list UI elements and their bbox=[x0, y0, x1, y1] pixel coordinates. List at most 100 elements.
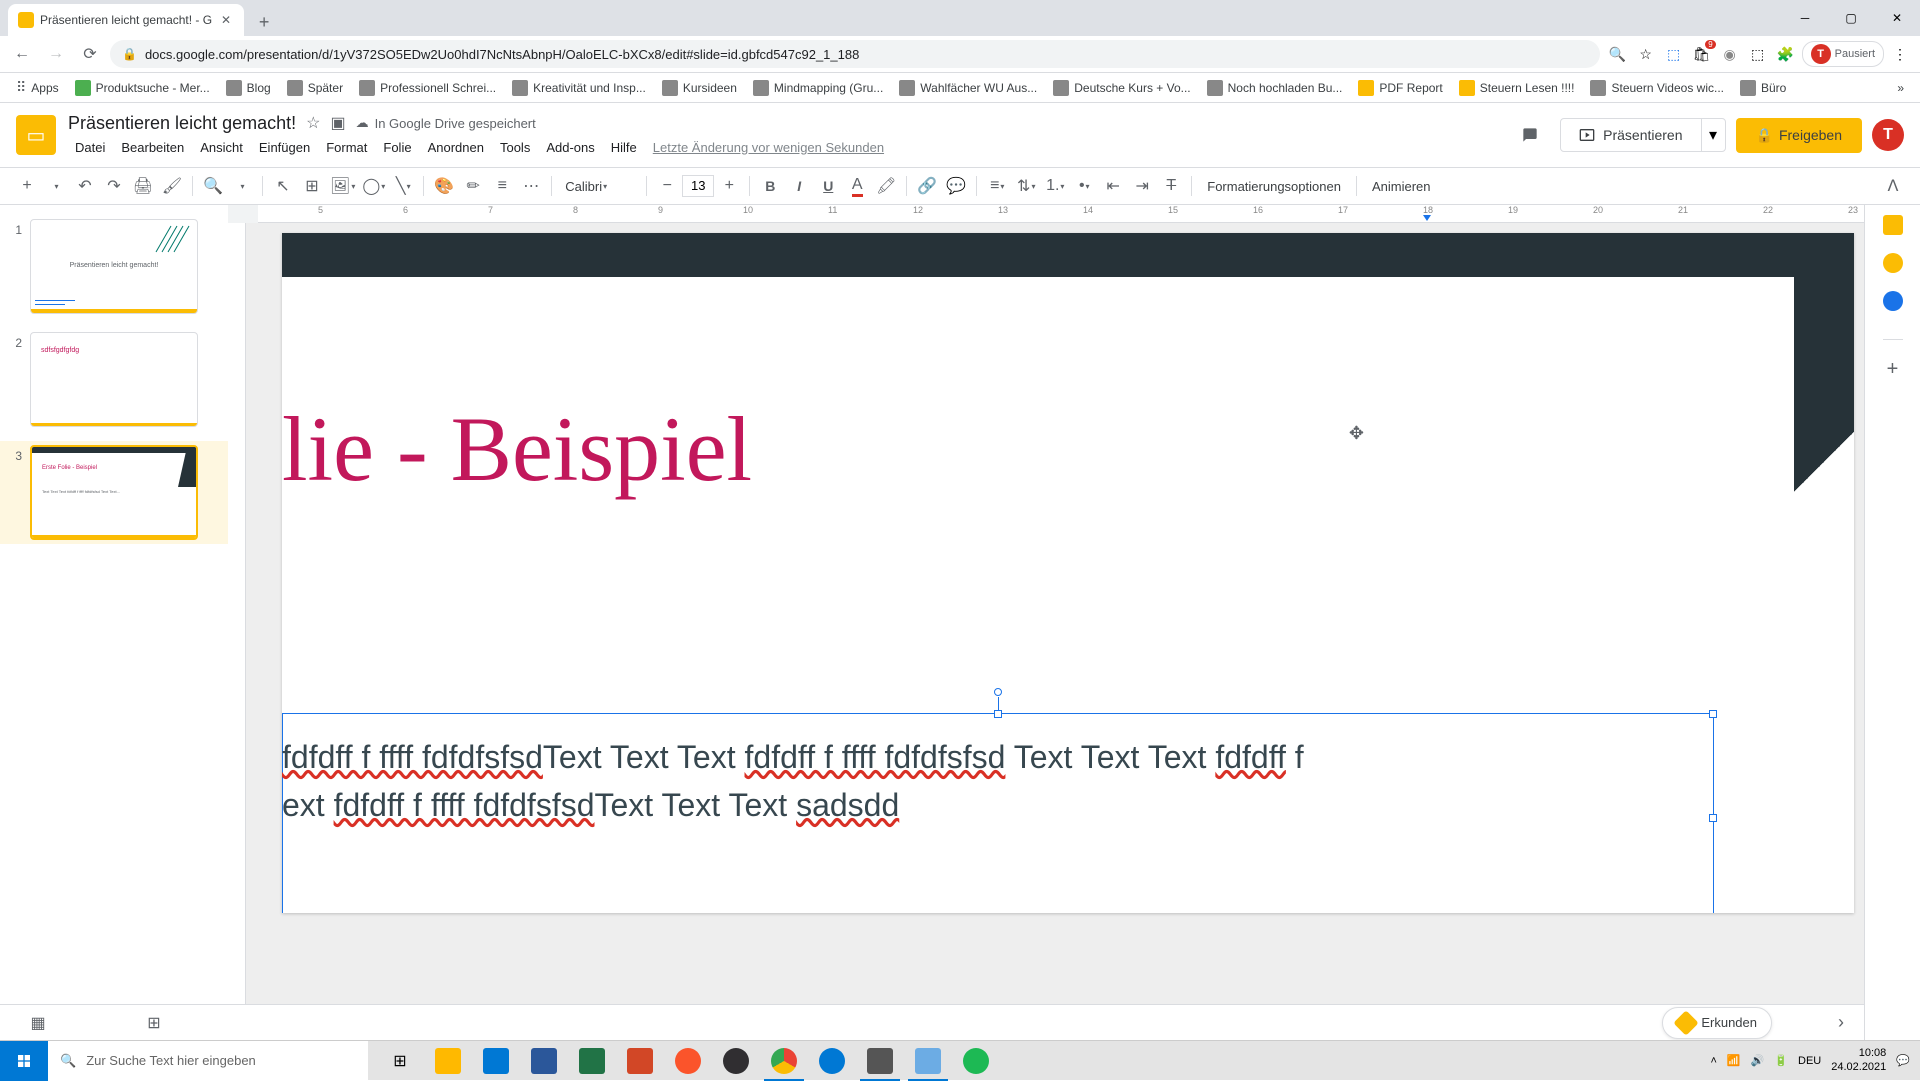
taskbar-app-excel[interactable] bbox=[568, 1041, 616, 1081]
clear-format-button[interactable]: T bbox=[1158, 173, 1184, 199]
print-button[interactable]: 🖨 bbox=[130, 173, 156, 199]
menu-bearbeiten[interactable]: Bearbeiten bbox=[114, 137, 191, 158]
start-button[interactable] bbox=[0, 1041, 48, 1081]
maximize-button[interactable]: ▢ bbox=[1828, 0, 1874, 36]
paint-format-button[interactable]: 🖌 bbox=[159, 173, 185, 199]
taskbar-app-notepad[interactable] bbox=[904, 1041, 952, 1081]
line-spacing-button[interactable]: ⇅ bbox=[1013, 173, 1039, 199]
border-color-button[interactable]: ✏ bbox=[460, 173, 486, 199]
menu-folie[interactable]: Folie bbox=[376, 137, 418, 158]
zoom-dropdown[interactable] bbox=[229, 173, 255, 199]
language-indicator[interactable]: DEU bbox=[1798, 1055, 1821, 1067]
vertical-ruler[interactable] bbox=[228, 223, 246, 1040]
taskbar-app-explorer[interactable] bbox=[424, 1041, 472, 1081]
save-status[interactable]: ☁In Google Drive gespeichert bbox=[356, 115, 536, 131]
extension-icon[interactable]: ⬚ bbox=[1662, 42, 1686, 66]
font-size-decrease[interactable]: − bbox=[654, 173, 680, 199]
chrome-menu-icon[interactable]: ⋮ bbox=[1888, 42, 1912, 66]
link-button[interactable]: 🔗 bbox=[914, 173, 940, 199]
menu-anordnen[interactable]: Anordnen bbox=[421, 137, 491, 158]
new-tab-button[interactable]: + bbox=[250, 8, 278, 36]
filmstrip-view-button[interactable]: ▦ bbox=[20, 1009, 56, 1037]
present-dropdown[interactable]: ▾ bbox=[1701, 119, 1725, 151]
volume-icon[interactable]: 🔊 bbox=[1751, 1054, 1765, 1067]
taskbar-app-spotify[interactable] bbox=[952, 1041, 1000, 1081]
bookmark-item[interactable]: Deutsche Kurs + Vo... bbox=[1047, 76, 1196, 100]
select-tool[interactable]: ↖ bbox=[270, 173, 296, 199]
slide-body-text[interactable]: fdfdff f ffff fdfdfsfsdText Text Text fd… bbox=[282, 733, 1694, 829]
slide-page[interactable]: lie - Beispiel ✥ fdfdff f ffff fdfdfsfsd… bbox=[282, 233, 1854, 913]
task-view-button[interactable]: ⊞ bbox=[376, 1041, 424, 1081]
bookmark-item[interactable]: Wahlfächer WU Aus... bbox=[893, 76, 1043, 100]
keep-icon[interactable] bbox=[1883, 253, 1903, 273]
bookmark-item[interactable]: Büro bbox=[1734, 76, 1792, 100]
indent-decrease-button[interactable]: ⇤ bbox=[1100, 173, 1126, 199]
url-input[interactable]: 🔒 docs.google.com/presentation/d/1yV372S… bbox=[110, 40, 1600, 68]
indent-increase-button[interactable]: ⇥ bbox=[1129, 173, 1155, 199]
tray-expand-icon[interactable]: ˄ bbox=[1710, 1055, 1716, 1067]
bookmark-item[interactable]: Kursideen bbox=[656, 76, 743, 100]
star-icon[interactable]: ☆ bbox=[306, 113, 320, 133]
resize-handle-n[interactable] bbox=[994, 710, 1002, 718]
resize-handle-ne[interactable] bbox=[1709, 710, 1717, 718]
menu-format[interactable]: Format bbox=[319, 137, 374, 158]
present-button[interactable]: Präsentieren bbox=[1561, 119, 1700, 151]
slide-title-text[interactable]: lie - Beispiel bbox=[282, 403, 752, 495]
notifications-icon[interactable]: 💬 bbox=[1896, 1054, 1910, 1067]
menu-ansicht[interactable]: Ansicht bbox=[193, 137, 250, 158]
menu-hilfe[interactable]: Hilfe bbox=[604, 137, 644, 158]
bookmark-item[interactable]: Professionell Schrei... bbox=[353, 76, 502, 100]
slide-thumbnail-3[interactable]: Erste Folie - Beispiel Text Text Text fd… bbox=[30, 445, 198, 540]
share-button[interactable]: 🔒Freigeben bbox=[1736, 118, 1862, 153]
numbered-list-button[interactable]: 1. bbox=[1042, 173, 1068, 199]
rotate-handle[interactable] bbox=[994, 688, 1002, 696]
close-tab-icon[interactable]: ✕ bbox=[218, 12, 234, 28]
shape-tool[interactable]: ◯ bbox=[360, 173, 387, 199]
zoom-button[interactable]: 🔍 bbox=[200, 173, 226, 199]
menu-tools[interactable]: Tools bbox=[493, 137, 537, 158]
slide-canvas[interactable]: lie - Beispiel ✥ fdfdff f ffff fdfdfsfsd… bbox=[246, 223, 1864, 1020]
version-history-link[interactable]: Letzte Änderung vor wenigen Sekunden bbox=[646, 137, 891, 158]
border-weight-button[interactable]: ≡ bbox=[489, 173, 515, 199]
taskbar-app-chrome[interactable] bbox=[760, 1041, 808, 1081]
move-icon[interactable]: ▣ bbox=[330, 113, 345, 133]
extension-badge-icon[interactable]: 🛍9 bbox=[1690, 42, 1714, 66]
font-selector[interactable]: Calibri bbox=[559, 173, 639, 199]
format-options-button[interactable]: Formatierungsoptionen bbox=[1199, 179, 1349, 194]
bulleted-list-button[interactable]: • bbox=[1071, 173, 1097, 199]
bold-button[interactable]: B bbox=[757, 173, 783, 199]
clock[interactable]: 10:08 24.02.2021 bbox=[1831, 1047, 1886, 1073]
fill-color-button[interactable]: 🎨 bbox=[431, 173, 457, 199]
bookmark-item[interactable]: Produktsuche - Mer... bbox=[69, 76, 216, 100]
back-button[interactable]: ← bbox=[8, 40, 36, 68]
taskbar-app-brave[interactable] bbox=[664, 1041, 712, 1081]
tasks-icon[interactable] bbox=[1883, 291, 1903, 311]
browser-tab[interactable]: Präsentieren leicht gemacht! - G ✕ bbox=[8, 4, 244, 36]
underline-button[interactable]: U bbox=[815, 173, 841, 199]
expand-panel-button[interactable]: › bbox=[1838, 1012, 1844, 1033]
collapse-toolbar-button[interactable]: ᐱ bbox=[1880, 173, 1906, 199]
italic-button[interactable]: I bbox=[786, 173, 812, 199]
apps-button[interactable]: ⠿Apps bbox=[10, 75, 65, 100]
bookmark-item[interactable]: Kreativität und Insp... bbox=[506, 76, 652, 100]
font-size-input[interactable]: 13 bbox=[682, 175, 714, 197]
zoom-icon[interactable]: 🔍 bbox=[1606, 42, 1630, 66]
taskbar-app-word[interactable] bbox=[520, 1041, 568, 1081]
menu-addons[interactable]: Add-ons bbox=[539, 137, 601, 158]
menu-einfuegen[interactable]: Einfügen bbox=[252, 137, 317, 158]
new-slide-button[interactable]: + bbox=[14, 173, 40, 199]
bookmark-item[interactable]: PDF Report bbox=[1352, 76, 1448, 100]
profile-avatar[interactable]: T bbox=[1872, 119, 1904, 151]
undo-button[interactable]: ↶ bbox=[72, 173, 98, 199]
explore-button[interactable]: Erkunden bbox=[1662, 1007, 1772, 1039]
minimize-button[interactable]: ─ bbox=[1782, 0, 1828, 36]
grid-view-button[interactable]: ⊞ bbox=[136, 1009, 172, 1037]
menu-datei[interactable]: Datei bbox=[68, 137, 112, 158]
horizontal-ruler[interactable]: 5 6 7 8 9 10 11 12 13 14 15 16 17 18 19 … bbox=[258, 205, 1864, 223]
animate-button[interactable]: Animieren bbox=[1364, 179, 1439, 194]
line-tool[interactable]: ╲ bbox=[390, 173, 416, 199]
close-window-button[interactable]: ✕ bbox=[1874, 0, 1920, 36]
forward-button[interactable]: → bbox=[42, 40, 70, 68]
slide-thumbnail-2[interactable]: sdfsfgdfgfdg bbox=[30, 332, 198, 427]
bookmark-item[interactable]: Mindmapping (Gru... bbox=[747, 76, 889, 100]
